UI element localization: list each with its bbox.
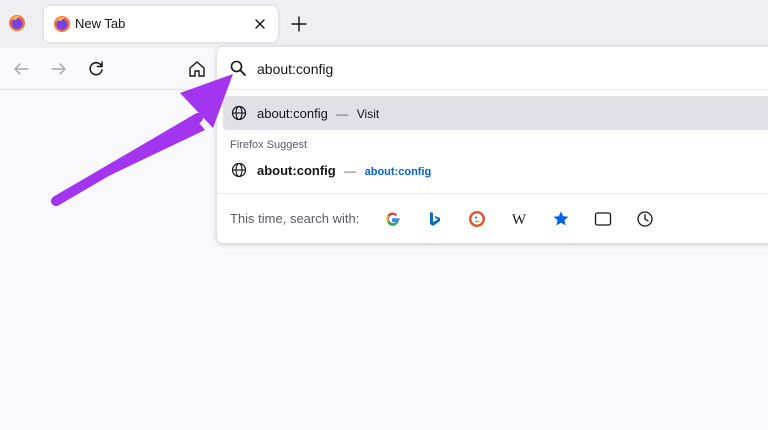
- result-dash: —: [336, 107, 349, 121]
- tabs-icon[interactable]: [591, 207, 615, 231]
- home-icon[interactable]: [186, 58, 208, 80]
- history-clock-icon[interactable]: [633, 207, 657, 231]
- globe-icon: [231, 105, 247, 121]
- wikipedia-icon[interactable]: W: [507, 207, 531, 231]
- duckduckgo-icon[interactable]: [465, 207, 489, 231]
- back-arrow-icon[interactable]: [10, 58, 32, 80]
- search-with-label: This time, search with:: [230, 211, 360, 226]
- globe-icon: [231, 162, 247, 178]
- google-icon[interactable]: [381, 207, 405, 231]
- close-icon[interactable]: [252, 16, 268, 32]
- result-action: Visit: [356, 107, 380, 121]
- result-text: about:config — about:config: [257, 162, 431, 180]
- search-icon: [230, 60, 246, 76]
- browser-window: New Tab about:config about:config — Visi…: [0, 0, 768, 430]
- result-url[interactable]: about:config: [365, 166, 432, 178]
- tab-new-tab[interactable]: New Tab: [44, 6, 278, 42]
- bookmarks-star-icon[interactable]: [549, 207, 573, 231]
- tab-strip: New Tab: [0, 0, 768, 48]
- firefox-logo-icon[interactable]: [8, 14, 26, 32]
- footer-divider: [217, 193, 768, 194]
- tab-title: New Tab: [75, 16, 126, 31]
- urlbar-popup: about:config — Visit Firefox Suggest abo…: [217, 47, 768, 243]
- urlbar-input[interactable]: [257, 58, 657, 80]
- urlbar-divider: [217, 89, 768, 90]
- result-text: about:config — Visit: [257, 105, 379, 123]
- bing-icon[interactable]: [423, 207, 447, 231]
- result-title: about:config: [257, 163, 336, 178]
- reload-icon[interactable]: [85, 58, 107, 80]
- result-row-visit[interactable]: about:config — Visit: [223, 96, 768, 130]
- forward-arrow-icon[interactable]: [48, 58, 70, 80]
- result-dash: —: [344, 164, 357, 178]
- new-tab-button[interactable]: [289, 14, 309, 34]
- group-label-firefox-suggest: Firefox Suggest: [230, 139, 308, 151]
- result-title: about:config: [257, 106, 328, 121]
- result-row-suggest[interactable]: about:config — about:config: [223, 153, 768, 187]
- svg-text:W: W: [512, 212, 527, 226]
- firefox-logo-icon: [54, 16, 70, 32]
